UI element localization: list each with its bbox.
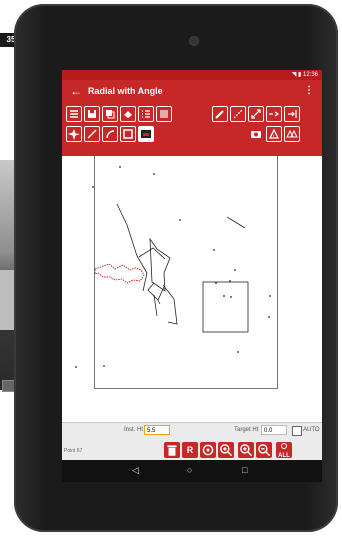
target-ht-label: Target Ht	[234, 427, 259, 433]
survey-point	[234, 269, 236, 271]
back-arrow-icon[interactable]: ←	[70, 84, 82, 98]
zoom-in-icon	[220, 444, 233, 457]
survey-drawing	[75, 166, 271, 368]
layers-icon[interactable]	[102, 106, 118, 122]
survey-point	[179, 219, 181, 221]
survey-point	[230, 296, 232, 298]
menu-icon[interactable]	[66, 106, 82, 122]
zoom-out-button[interactable]	[256, 442, 272, 458]
list-icon[interactable]	[138, 106, 154, 122]
camera-icon[interactable]	[248, 126, 264, 142]
drawing-canvas[interactable]	[62, 156, 322, 422]
feature-line	[226, 216, 246, 229]
feature-line	[149, 237, 171, 292]
survey-point	[223, 295, 225, 297]
auto-checkbox[interactable]	[292, 426, 302, 436]
feature-line	[138, 247, 166, 260]
survey-point	[92, 186, 94, 188]
feature-line	[147, 282, 165, 301]
traced-boundary	[94, 263, 145, 284]
point-label: Point 67	[64, 448, 83, 454]
delete-button[interactable]	[164, 442, 180, 458]
auto-label: AUTO	[303, 427, 320, 433]
measure-icon[interactable]	[230, 106, 246, 122]
dimension-icon[interactable]	[248, 106, 264, 122]
svg-text:!: !	[273, 133, 274, 138]
star-icon[interactable]	[66, 126, 82, 142]
survey-point	[103, 365, 105, 367]
image-icon[interactable]	[138, 126, 154, 142]
nav-back-icon[interactable]: ◁	[132, 465, 139, 476]
survey-point	[153, 173, 155, 175]
trash-icon	[167, 445, 177, 456]
zoom-in-2-button[interactable]	[238, 442, 254, 458]
drawing-toolbar: !	[62, 104, 322, 156]
signal-icon: ◥ ▮	[291, 72, 302, 78]
inst-ht-input[interactable]: 5.5	[144, 425, 170, 435]
feature-rectangle	[202, 281, 249, 333]
app-screen: ◥ ▮ 12:36 ← Radial with Angle ⋮ ! Inst. …	[62, 70, 322, 482]
target-button[interactable]	[200, 442, 216, 458]
survey-point	[75, 366, 77, 368]
zoom-in-button[interactable]	[218, 442, 234, 458]
survey-point	[213, 249, 215, 251]
pencil-icon[interactable]	[212, 106, 228, 122]
rectangle-icon[interactable]	[120, 126, 136, 142]
front-camera	[189, 36, 199, 46]
arrow-end-icon[interactable]	[284, 106, 300, 122]
save-icon[interactable]	[84, 106, 100, 122]
zoom-in-icon	[240, 444, 253, 457]
app-bar: ← Radial with Angle ⋮	[62, 80, 322, 104]
zoom-out-icon	[258, 444, 271, 457]
line-icon[interactable]	[84, 126, 100, 142]
survey-point	[119, 166, 121, 168]
survey-point	[268, 316, 270, 318]
zoom-all-label: ALL	[278, 453, 290, 459]
arc-icon[interactable]	[102, 126, 118, 142]
survey-point	[269, 295, 271, 297]
target-icon	[202, 444, 214, 456]
fill-icon[interactable]	[120, 106, 136, 122]
status-time: 12:36	[302, 72, 318, 78]
inst-ht-label: Inst. Ht	[124, 427, 144, 433]
triangle-icon[interactable]: !	[266, 126, 282, 142]
bottom-panel: Inst. Ht 5.5 Target Ht 0.0 AUTO Point 67…	[62, 422, 322, 461]
triangles-icon[interactable]	[284, 126, 300, 142]
overflow-menu-icon[interactable]: ⋮	[304, 85, 314, 96]
tablet-device: ◥ ▮ 12:36 ← Radial with Angle ⋮ ! Inst. …	[14, 4, 338, 532]
nav-recents-icon[interactable]: □	[242, 465, 247, 475]
status-bar: ◥ ▮ 12:36	[62, 70, 322, 80]
target-ht-input[interactable]: 0.0	[261, 425, 287, 435]
reset-button[interactable]: R	[182, 442, 198, 458]
nav-home-icon[interactable]: ○	[187, 465, 192, 475]
grid-icon[interactable]	[156, 106, 172, 122]
page-title: Radial with Angle	[88, 86, 163, 96]
feature-line	[157, 299, 161, 305]
survey-point	[237, 351, 239, 353]
arrow-right-icon[interactable]	[266, 106, 282, 122]
android-nav-bar: ◁ ○ □	[62, 460, 322, 482]
zoom-icon	[281, 443, 287, 449]
zoom-all-button[interactable]: ALL	[276, 442, 292, 459]
